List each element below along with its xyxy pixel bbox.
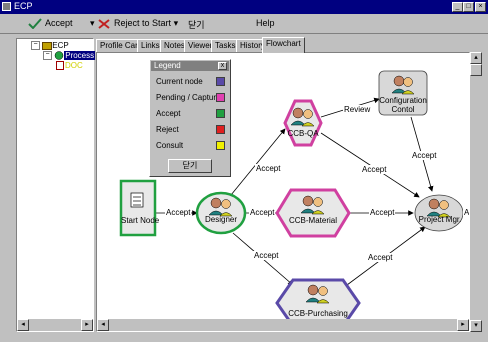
reject-icon bbox=[98, 19, 110, 29]
scroll-left-icon[interactable]: ◂ bbox=[97, 319, 109, 331]
legend-title: Legend bbox=[154, 61, 181, 70]
legend-label-pending: Pending / Capture bbox=[156, 93, 221, 102]
flowchart-canvas: Start Node Designer CCB-QA Configuration… bbox=[96, 52, 470, 332]
reject-dropdown-icon: ▾ bbox=[90, 18, 98, 28]
legend-swatch-reject bbox=[216, 125, 225, 134]
help-menu[interactable]: Help bbox=[256, 18, 275, 28]
edge-label-purchasing-pm: Accept bbox=[367, 253, 394, 262]
scroll-left-icon[interactable]: ◂ bbox=[17, 319, 29, 331]
legend-label-accept: Accept bbox=[156, 109, 181, 118]
edge-label-designer-qa: Accept bbox=[255, 164, 282, 173]
reject-menu[interactable]: ▾ Reject to Start ▾ bbox=[90, 18, 178, 29]
legend-label-reject: Reject bbox=[156, 125, 179, 134]
tree-child-label: Process bbox=[64, 51, 96, 60]
ccb-qa-label: CCB-QA bbox=[287, 129, 319, 138]
ccb-purchasing-label: CCB-Purchasing bbox=[288, 309, 348, 318]
scroll-up-icon[interactable]: ▴ bbox=[470, 52, 482, 64]
close-window-button[interactable]: × bbox=[475, 2, 486, 12]
maximize-button[interactable]: □ bbox=[463, 2, 474, 12]
reject-menu-label: Reject to Start bbox=[114, 18, 172, 28]
reject-chevron-icon: ▾ bbox=[171, 18, 179, 28]
tree-grandchild[interactable]: DOC bbox=[55, 61, 83, 71]
accept-menu[interactable]: Accept bbox=[28, 18, 73, 30]
edge-label-qa-pm: Accept bbox=[361, 165, 388, 174]
project-mgr-label: Project Mgr. bbox=[418, 215, 462, 224]
ccb-material-label: CCB-Material bbox=[288, 216, 337, 225]
tree-hscrollbar[interactable]: ◂ ▸ bbox=[17, 319, 93, 331]
designer-node[interactable] bbox=[195, 191, 247, 235]
configuration-label-line2: Contol bbox=[391, 105, 415, 114]
legend-close-button[interactable]: x bbox=[218, 62, 227, 70]
legend-swatch-pending bbox=[216, 93, 225, 102]
tree-root-label: ECP bbox=[52, 41, 69, 50]
ccb-material-node[interactable] bbox=[275, 188, 351, 238]
legend-swatch-consult bbox=[216, 141, 225, 150]
start-node[interactable] bbox=[119, 179, 157, 237]
collapse-icon[interactable]: − bbox=[43, 51, 52, 61]
document-icon bbox=[56, 61, 64, 71]
window-title: ECP bbox=[14, 1, 33, 11]
app-icon bbox=[2, 2, 11, 11]
legend-close-text-button[interactable]: 닫기 bbox=[168, 159, 212, 173]
edge-label-qa-config: Review bbox=[343, 105, 372, 114]
legend-swatch-accept bbox=[216, 109, 225, 118]
menu-bar: Accept ▾ Reject to Start ▾ 닫기 Help bbox=[0, 14, 488, 34]
folder-icon bbox=[42, 42, 53, 51]
tree-child[interactable]: − Process bbox=[43, 51, 96, 61]
accept-icon bbox=[28, 18, 42, 30]
edge-designer-qa bbox=[230, 128, 286, 196]
edge-label-designer-material: Accept bbox=[249, 208, 276, 217]
tree-root[interactable]: − ECP bbox=[31, 41, 69, 51]
designer-node-label: Designer bbox=[204, 215, 237, 224]
ccb-qa-node[interactable] bbox=[283, 99, 323, 147]
process-icon bbox=[54, 51, 64, 61]
edge-label-material-pm: Accept bbox=[369, 208, 396, 217]
legend-panel[interactable]: Legend x Current node Pending / Capture … bbox=[149, 59, 231, 177]
scroll-thumb[interactable] bbox=[470, 64, 482, 76]
scroll-down-icon[interactable]: ▾ bbox=[470, 320, 482, 332]
scroll-right-icon[interactable]: ▸ bbox=[457, 319, 469, 331]
configuration-label-line1: Configuration bbox=[379, 96, 427, 105]
configuration-label: Configuration Contol bbox=[373, 96, 433, 114]
collapse-icon[interactable]: − bbox=[31, 41, 40, 51]
accept-menu-label: Accept bbox=[45, 18, 73, 28]
tab-flowchart[interactable]: Flowchart bbox=[262, 37, 305, 53]
edge-label-start-designer: Accept bbox=[165, 208, 192, 217]
start-node-label: Start Node bbox=[121, 216, 160, 225]
minimize-button[interactable]: _ bbox=[452, 2, 463, 12]
edge-label-designer-purchasing: Accept bbox=[253, 251, 280, 260]
title-bar: ECP _ □ × bbox=[0, 0, 488, 14]
tree-panel: − ECP − Process DOC ◂ ▸ bbox=[16, 38, 96, 332]
scroll-right-icon[interactable]: ▸ bbox=[81, 319, 93, 331]
legend-label-current: Current node bbox=[156, 77, 203, 86]
legend-label-consult: Consult bbox=[156, 141, 184, 150]
edge-label-pm-right: A bbox=[463, 208, 470, 217]
tree-grandchild-label: DOC bbox=[65, 61, 83, 70]
edge-label-config-pm: Accept bbox=[411, 151, 438, 160]
canvas-vscrollbar[interactable]: ▴ ▾ bbox=[470, 52, 482, 332]
legend-swatch-current bbox=[216, 77, 225, 86]
project-mgr-node[interactable] bbox=[414, 194, 464, 232]
close-menu[interactable]: 닫기 bbox=[188, 18, 205, 31]
canvas-hscrollbar[interactable]: ◂ ▸ bbox=[97, 319, 469, 331]
legend-titlebar[interactable]: Legend x bbox=[151, 61, 229, 71]
